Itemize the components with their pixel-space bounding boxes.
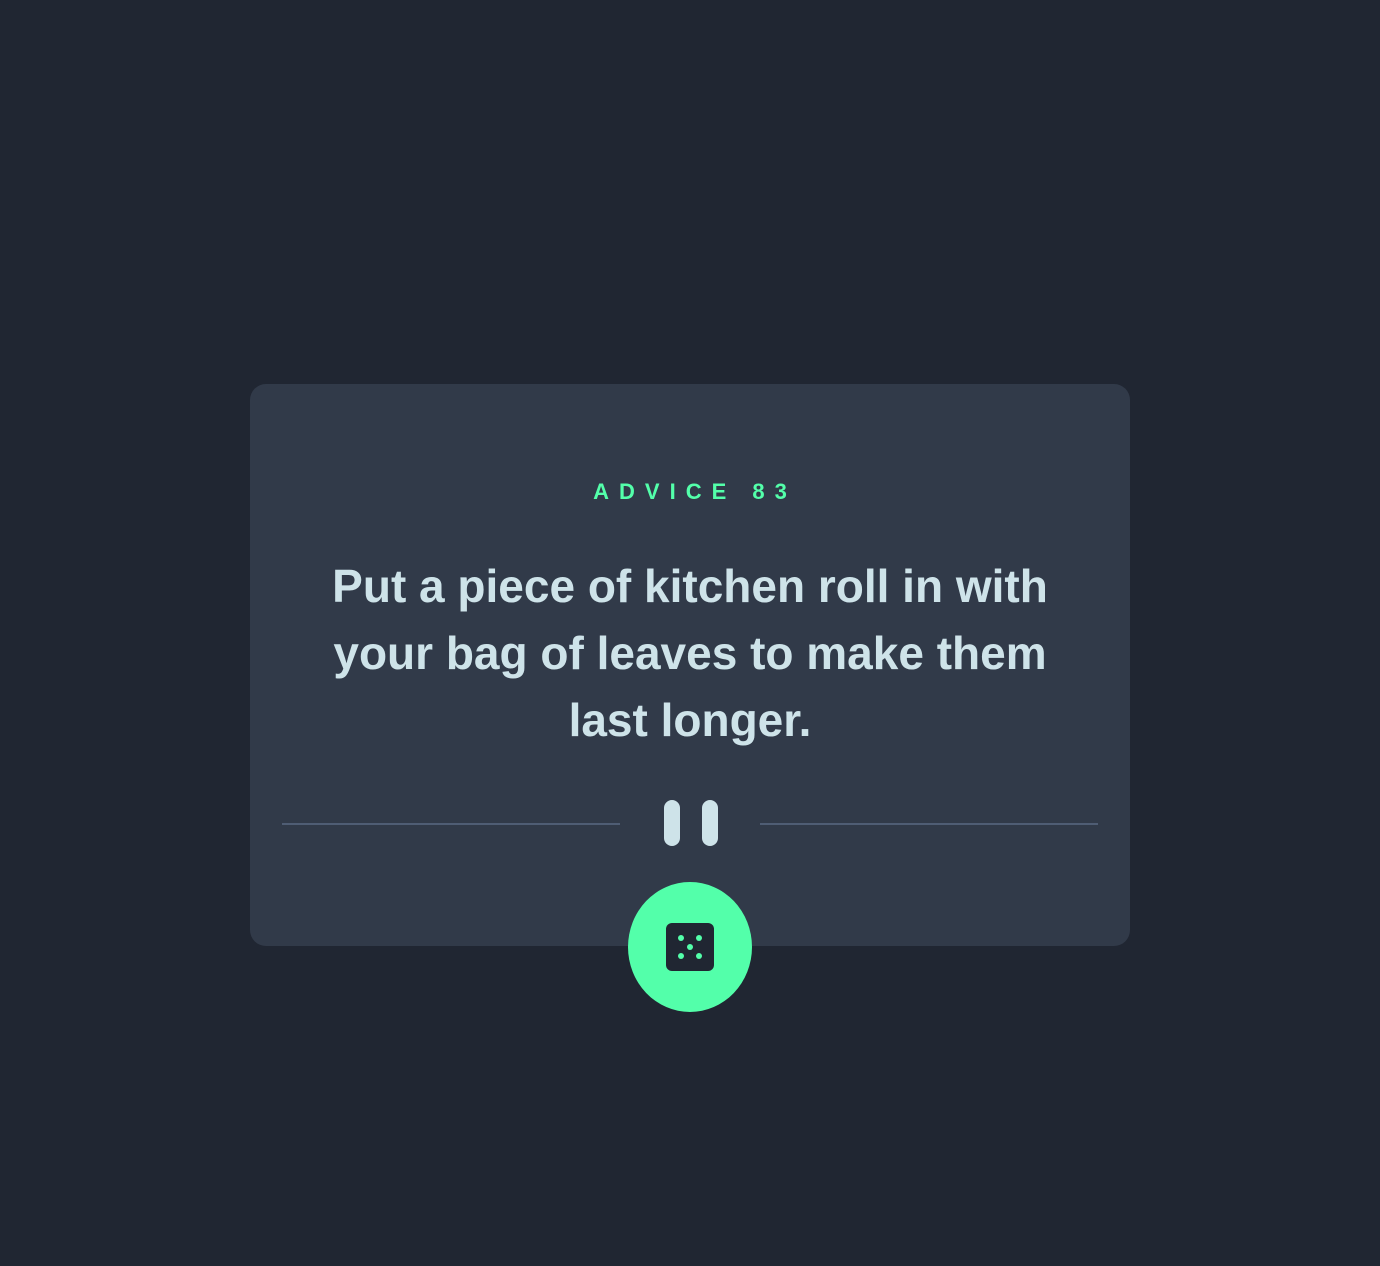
- pause-bar-left: [664, 800, 680, 846]
- divider: [282, 798, 1098, 848]
- page: ADVICE 83 Put a piece of kitchen roll in…: [0, 0, 1380, 1266]
- dice-icon: [666, 923, 714, 971]
- advice-id-label: ADVICE 83: [593, 479, 797, 504]
- pause-bar-right: [702, 800, 718, 846]
- divider-line-right: [760, 823, 1098, 825]
- generate-advice-button[interactable]: [628, 882, 752, 1012]
- pause-icon: [664, 800, 718, 846]
- divider-line-left: [282, 823, 620, 825]
- advice-quote: Put a piece of kitchen roll in with your…: [332, 560, 1048, 746]
